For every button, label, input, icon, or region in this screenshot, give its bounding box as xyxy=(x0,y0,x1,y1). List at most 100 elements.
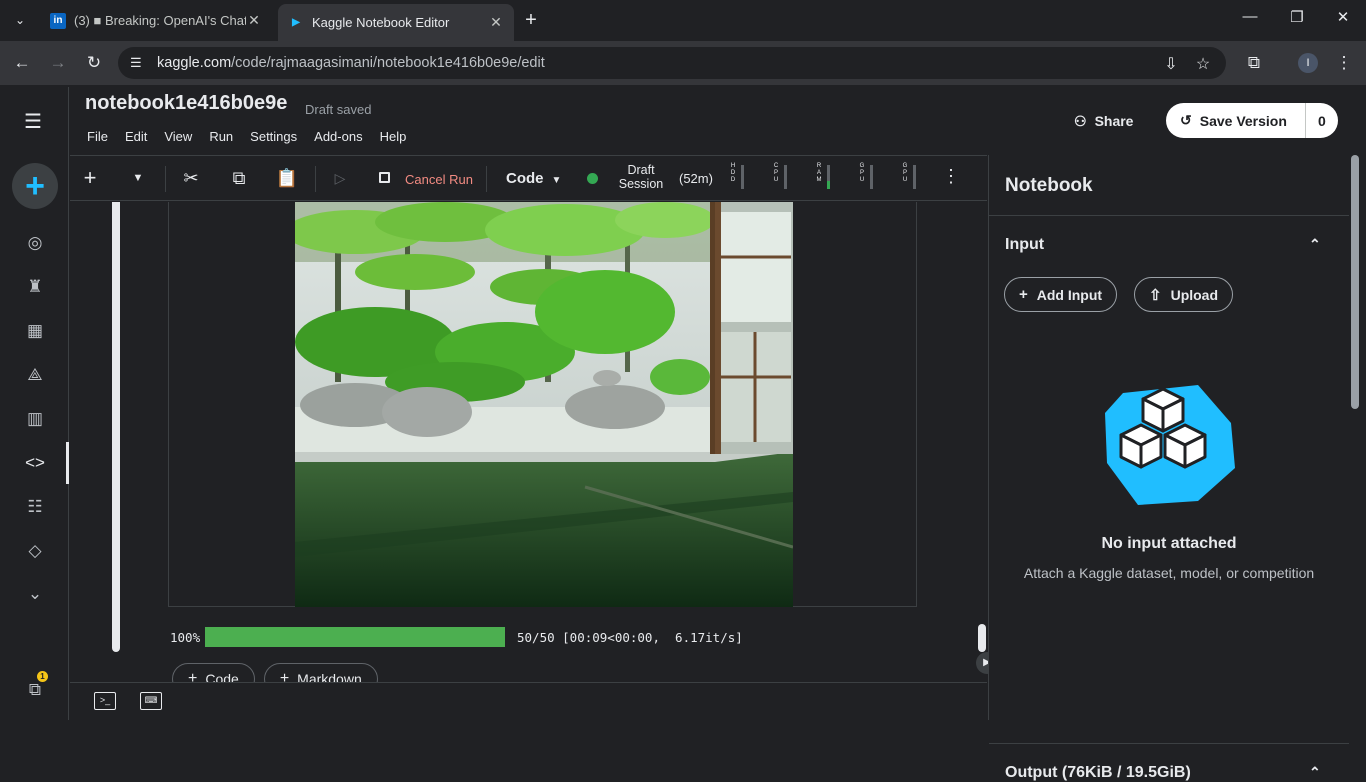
chevron-up-icon[interactable]: ⌃ xyxy=(1309,764,1321,781)
history-icon: ↺ xyxy=(1180,112,1192,128)
close-icon[interactable]: ✕ xyxy=(246,12,262,29)
chevron-up-icon[interactable]: ⌃ xyxy=(1309,236,1321,253)
profile-avatar[interactable]: I xyxy=(1298,53,1318,73)
menu-addons[interactable]: Add-ons xyxy=(314,129,362,144)
cpu-meter[interactable]: CPU xyxy=(772,163,790,191)
cut-icon[interactable]: ✂ xyxy=(179,166,203,190)
panel-scrollbar[interactable] xyxy=(1351,155,1359,409)
add-input-button[interactable]: + Add Input xyxy=(1004,277,1118,312)
discussion-icon[interactable]: ☷ xyxy=(22,494,48,520)
back-icon[interactable]: ← xyxy=(11,52,33,74)
notebook-header: notebook1e416b0e9e Draft saved File Edit… xyxy=(70,87,1366,155)
add-cell-icon[interactable]: + xyxy=(80,166,100,190)
session-label[interactable]: Draft Session xyxy=(613,163,669,191)
session-line2: Session xyxy=(618,177,664,191)
upload-button[interactable]: ⇧ Upload xyxy=(1134,277,1234,312)
more-options-icon[interactable]: ⋮ xyxy=(942,166,960,187)
hamburger-menu-icon[interactable]: ☰ xyxy=(24,109,46,134)
ram-meter[interactable]: RAM xyxy=(815,163,833,191)
notification-badge: 1 xyxy=(37,671,48,682)
save-version-button[interactable]: ↺ Save Version 0 xyxy=(1166,103,1338,138)
input-section-title[interactable]: Input xyxy=(1005,236,1044,254)
bookmark-star-icon[interactable]: ☆ xyxy=(1194,54,1212,74)
version-count[interactable]: 0 xyxy=(1306,113,1338,129)
plus-icon: + xyxy=(25,167,45,205)
upload-label: Upload xyxy=(1170,286,1219,303)
notebook-toolbar: + ▼ ✂ ⧉ 📋 ▷ Cancel Run Code ▼ Draft Sessio… xyxy=(70,155,987,201)
keyboard-icon[interactable]: ⌨ xyxy=(140,692,162,710)
tab-search-icon[interactable]: ⌄ xyxy=(8,8,32,32)
empty-state-subtitle: Attach a Kaggle dataset, model, or compe… xyxy=(1023,565,1315,581)
trophy-icon[interactable]: ♜ xyxy=(22,274,48,300)
cancel-run-button[interactable]: Cancel Run xyxy=(405,172,473,187)
meter-label: GPU xyxy=(859,163,865,183)
reload-icon[interactable]: ↻ xyxy=(83,52,105,74)
compass-icon[interactable]: ◎ xyxy=(22,230,48,256)
meter-label: RAM xyxy=(816,163,822,183)
save-status: Draft saved xyxy=(305,102,372,117)
models-icon[interactable]: ⟁ xyxy=(22,362,48,388)
meter-label: CPU xyxy=(773,163,779,183)
new-tab-icon[interactable]: + xyxy=(520,9,542,32)
people-icon: ⚇ xyxy=(1074,112,1087,129)
meter-bar xyxy=(741,165,744,189)
menu-run[interactable]: Run xyxy=(209,129,233,144)
browser-menu-icon[interactable]: ⋮ xyxy=(1333,52,1355,74)
code-icon[interactable]: <> xyxy=(22,450,48,476)
output-section-title[interactable]: Output (76KiB / 19.5GiB) xyxy=(1005,764,1191,782)
url-input[interactable]: ☰ kaggle.com/code/rajmaagasimani/noteboo… xyxy=(118,47,1226,79)
gpu2-meter[interactable]: GPU xyxy=(901,163,919,191)
extensions-icon[interactable]: ⧉ xyxy=(1243,52,1265,74)
upload-icon: ⇧ xyxy=(1149,286,1162,304)
minimize-icon[interactable]: — xyxy=(1240,8,1260,25)
linkedin-icon: in xyxy=(50,12,66,29)
kaggle-app: ☰ + ◎ ♜ ▦ ⟁ ▥ <> ☷ ◇ ⌄ ⧉ 1 notebook1e416… xyxy=(0,87,1366,781)
forward-icon[interactable]: → xyxy=(47,52,69,74)
progress-percent: 100% xyxy=(170,630,201,645)
datasets-table-icon[interactable]: ▦ xyxy=(22,318,48,344)
create-button[interactable]: + xyxy=(12,163,58,209)
chevron-down-icon[interactable]: ⌄ xyxy=(22,581,48,607)
hdd-meter[interactable]: HDD xyxy=(729,163,747,191)
notebook-title[interactable]: notebook1e416b0e9e xyxy=(85,92,287,115)
tab-linkedin[interactable]: in (3) ■ Breaking: OpenAI's ChatG ✕ xyxy=(40,6,272,35)
bar-chart-icon[interactable]: ▥ xyxy=(22,406,48,432)
save-version-label: Save Version xyxy=(1199,112,1287,129)
restore-icon[interactable]: ❐ xyxy=(1287,8,1307,26)
address-bar-row: ← → ↻ ☰ kaggle.com/code/rajmaagasimani/n… xyxy=(0,41,1366,86)
chevron-down-icon: ▼ xyxy=(551,175,562,186)
paste-icon[interactable]: 📋 xyxy=(275,166,299,190)
browser-tab-bar: ⌄ in (3) ■ Breaking: OpenAI's ChatG ✕ ▶ … xyxy=(0,0,1366,41)
menu-settings[interactable]: Settings xyxy=(250,129,297,144)
add-input-label: Add Input xyxy=(1036,286,1103,303)
meter-label: GPU xyxy=(902,163,908,183)
share-button[interactable]: ⚇ Share xyxy=(1062,104,1145,138)
generated-zen-garden-image xyxy=(295,202,793,607)
site-info-icon[interactable]: ☰ xyxy=(130,55,146,71)
install-app-icon[interactable]: ⇩ xyxy=(1162,54,1180,74)
kaggle-icon: ▶ xyxy=(292,17,300,28)
chevron-down-icon[interactable]: ▼ xyxy=(128,166,148,190)
tab-kaggle[interactable]: ▶ Kaggle Notebook Editor ✕ xyxy=(278,4,514,41)
close-icon[interactable]: ✕ xyxy=(488,14,504,31)
notebook-editor: ▼ 100% 50/50 [00:09<00:00, 6.17it/s] +Co… xyxy=(70,202,1014,695)
active-nav-indicator xyxy=(66,442,69,484)
copy-icon[interactable]: ⧉ xyxy=(227,166,251,190)
meter-bar xyxy=(870,165,873,189)
divider xyxy=(989,215,1349,216)
learn-cap-icon[interactable]: ◇ xyxy=(22,538,48,564)
menu-view[interactable]: View xyxy=(164,129,192,144)
tab-title: (3) ■ Breaking: OpenAI's ChatG xyxy=(74,13,246,28)
run-cell-icon[interactable]: ▷ xyxy=(330,166,350,190)
gpu-meter[interactable]: GPU xyxy=(858,163,876,191)
empty-input-cubes-icon xyxy=(1105,385,1235,505)
menu-help[interactable]: Help xyxy=(380,129,407,144)
menu-edit[interactable]: Edit xyxy=(125,129,147,144)
editor-scrollbar[interactable] xyxy=(978,624,986,652)
menu-file[interactable]: File xyxy=(87,129,108,144)
cell-type-select[interactable]: Code ▼ xyxy=(506,170,561,187)
stop-icon[interactable] xyxy=(379,172,390,183)
close-window-icon[interactable]: ✕ xyxy=(1333,8,1353,26)
terminal-icon[interactable]: >_ xyxy=(94,692,116,710)
share-label: Share xyxy=(1094,113,1134,129)
